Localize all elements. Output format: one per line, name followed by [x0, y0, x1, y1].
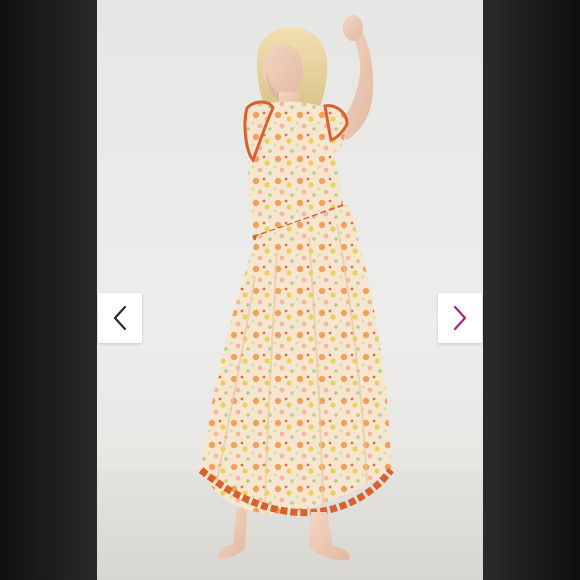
chevron-right-icon [453, 305, 467, 331]
product-photo-illustration [97, 15, 483, 580]
previous-image-button[interactable] [98, 293, 142, 343]
image-viewer [0, 0, 580, 580]
viewer-left-backdrop [0, 0, 97, 580]
chevron-left-icon [113, 305, 127, 331]
viewer-right-backdrop [483, 0, 580, 580]
product-photo [97, 0, 483, 580]
next-image-button[interactable] [438, 293, 482, 343]
